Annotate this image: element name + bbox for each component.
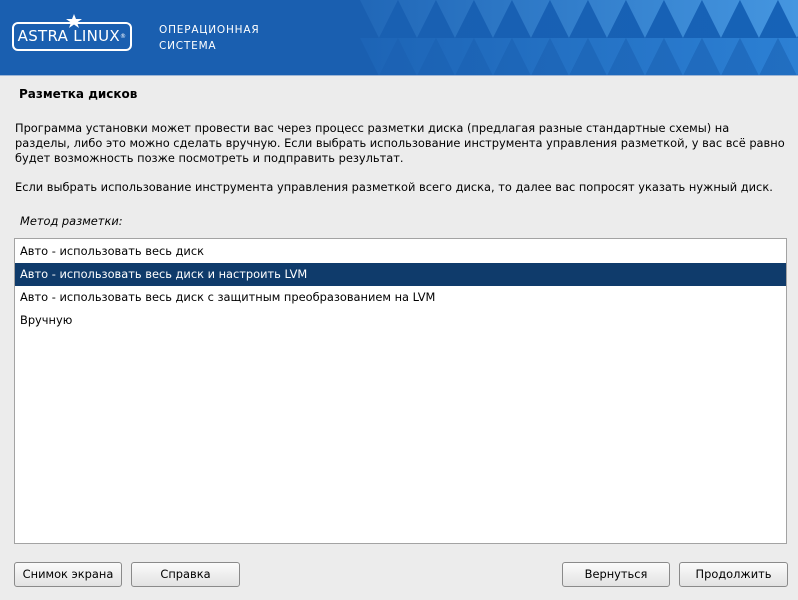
page-title: Разметка дисков	[19, 87, 138, 101]
header-banner: ASTRA LINUX® ОПЕРАЦИОННАЯ СИСТЕМА	[0, 0, 798, 75]
tagline-line-2: СИСТЕМА	[159, 40, 217, 52]
intro-paragraph: Программа установки может провести вас ч…	[15, 121, 785, 165]
method-label: Метод разметки:	[20, 214, 123, 228]
method-manual[interactable]: Вручную	[15, 309, 786, 332]
partition-method-list[interactable]: Авто - использовать весь диск Авто - исп…	[14, 238, 787, 544]
screenshot-button[interactable]: Снимок экрана	[14, 562, 122, 587]
astra-linux-logo: ASTRA LINUX®	[12, 14, 132, 51]
disk-note-paragraph: Если выбрать использование инструмента у…	[15, 180, 773, 194]
tagline: ОПЕРАЦИОННАЯ СИСТЕМА	[159, 22, 259, 54]
continue-button[interactable]: Продолжить	[679, 562, 788, 587]
header-divider	[0, 75, 798, 76]
tagline-line-1: ОПЕРАЦИОННАЯ	[159, 24, 260, 36]
star-icon	[66, 14, 82, 28]
method-auto-encrypted-lvm[interactable]: Авто - использовать весь диск с защитным…	[15, 286, 786, 309]
help-button[interactable]: Справка	[131, 562, 240, 587]
method-auto-lvm[interactable]: Авто - использовать весь диск и настроит…	[15, 263, 786, 286]
logo-text: ASTRA LINUX®	[17, 27, 127, 45]
method-auto-whole-disk[interactable]: Авто - использовать весь диск	[15, 240, 786, 263]
back-button[interactable]: Вернуться	[562, 562, 670, 587]
